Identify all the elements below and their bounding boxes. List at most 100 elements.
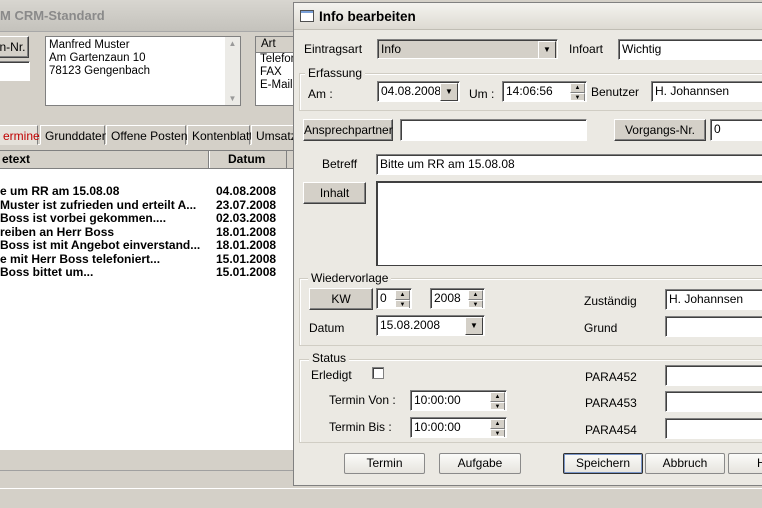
termin-von-field[interactable]: 10:00:00 ▲ ▼ — [410, 390, 507, 411]
address-line: 78123 Gengenbach — [49, 65, 151, 77]
para453-field[interactable] — [665, 391, 762, 412]
hilfe-button[interactable]: H — [728, 453, 762, 474]
spin-up-icon: ▲ — [490, 392, 505, 402]
spin-down-icon: ▼ — [468, 300, 483, 308]
list-rows: e um RR am 15.08.08 04.08.2008 Muster ist… — [0, 184, 296, 280]
kunden-nr-button[interactable]: n-Nr. — [0, 36, 29, 58]
kw-spinner[interactable]: ▲ ▼ — [395, 290, 410, 308]
ansprechpartner-field[interactable] — [400, 119, 587, 141]
list-item[interactable]: e um RR am 15.08.08 04.08.2008 — [0, 184, 296, 199]
termin-von-spinner[interactable]: ▲ ▼ — [490, 392, 505, 410]
tab-termine[interactable]: ermine — [0, 125, 40, 145]
vorgangs-nr-field[interactable]: 0 — [710, 119, 762, 141]
scroll-down-icon[interactable]: ▼ — [225, 92, 240, 105]
grund-label: Grund — [584, 321, 618, 335]
tab-offene-posten[interactable]: Offene Posten — [106, 125, 188, 145]
grund-field[interactable] — [665, 316, 762, 337]
contact-item[interactable]: FAX — [256, 66, 294, 79]
infoart-field[interactable]: Wichtig — [618, 39, 762, 60]
termin-bis-label: Termin Bis : — [329, 420, 392, 434]
infoart-label: Infoart — [569, 42, 604, 56]
aufgabe-button[interactable]: Aufgabe — [439, 453, 521, 474]
row-text: reiben an Herr Boss — [0, 224, 115, 239]
chevron-down-icon[interactable]: ▼ — [538, 41, 556, 58]
spin-down-icon: ▼ — [570, 93, 585, 101]
wiedervorlage-datum-field[interactable]: 15.08.2008 ▼ — [376, 315, 485, 336]
para452-field[interactable] — [665, 365, 762, 386]
ansprechpartner-button[interactable]: Ansprechpartner — [303, 119, 393, 141]
para454-field[interactable] — [665, 418, 762, 439]
kw-spinner-field[interactable]: 0 ▲ ▼ — [376, 288, 412, 309]
termine-list[interactable]: etext Datum e um RR am 15.08.08 04.08.200… — [0, 150, 296, 450]
chevron-down-icon[interactable]: ▼ — [465, 317, 483, 335]
am-date-field[interactable]: 04.08.2008 ▼ — [377, 81, 460, 102]
am-label: Am : — [308, 87, 333, 101]
abbruch-button[interactable]: Abbruch — [645, 453, 725, 474]
dialog-titlebar[interactable]: Info bearbeiten — [294, 3, 762, 30]
um-label: Um : — [469, 87, 495, 101]
datum-label: Datum — [309, 321, 345, 335]
termin-button[interactable]: Termin — [344, 453, 425, 474]
status-bar — [0, 488, 762, 508]
contact-item[interactable]: Telefon — [256, 53, 297, 66]
zustaendig-field[interactable]: H. Johannsen — [665, 289, 762, 310]
termin-bis-field[interactable]: 10:00:00 ▲ ▼ — [410, 417, 507, 438]
year-spinner-field[interactable]: 2008 ▲ ▼ — [430, 288, 485, 309]
vorgangs-nr-button[interactable]: Vorgangs-Nr. — [614, 119, 706, 141]
betreff-field[interactable]: Bitte um RR am 15.08.08 — [376, 154, 762, 175]
year-spinner[interactable]: ▲ ▼ — [468, 290, 483, 308]
dialog-title: Info bearbeiten — [319, 9, 416, 24]
um-time-field[interactable]: 14:06:56 ▲ ▼ — [502, 81, 587, 102]
para453-label: PARA453 — [585, 396, 637, 410]
contact-item[interactable]: E-Mail — [256, 79, 294, 92]
row-text: e um RR am 15.08.08 — [0, 184, 120, 198]
zustaendig-label: Zuständig — [584, 294, 637, 308]
row-date: 04.08.2008 — [216, 184, 277, 198]
column-header-text[interactable]: etext — [0, 151, 209, 168]
inhalt-button[interactable]: Inhalt — [303, 182, 366, 204]
wiedervorlage-group-title: Wiedervorlage — [308, 271, 392, 285]
list-item[interactable]: Boss bittet um... 15.01.2008 — [0, 265, 296, 280]
list-item[interactable]: reiben an Herr Boss 18.01.2008 — [0, 224, 296, 240]
termin-bis-spinner[interactable]: ▲ ▼ — [490, 419, 505, 437]
address-box[interactable]: Manfred Muster Am Gartenzaun 10 78123 Ge… — [45, 36, 241, 106]
eintragsart-label: Eintragsart — [304, 42, 363, 56]
row-text: Muster ist zufrieden und erteilt A... — [0, 197, 197, 212]
tab-grunddaten[interactable]: Grunddaten — [40, 125, 108, 145]
inhalt-textarea[interactable] — [376, 181, 762, 266]
tab-umsatz[interactable]: Umsatz — [251, 125, 299, 145]
contact-list[interactable]: Art Telefon FAX E-Mail — [255, 36, 297, 106]
list-item[interactable]: Boss ist vorbei gekommen.... 02.03.2008 — [0, 211, 296, 226]
spin-down-icon: ▼ — [490, 402, 505, 410]
column-header-datum[interactable]: Datum — [209, 151, 287, 168]
list-item[interactable]: Boss ist mit Angebot einverstand... 18.01… — [0, 238, 296, 253]
tab-kontenblatt[interactable]: Kontenblatt — [187, 125, 253, 145]
benutzer-field[interactable]: H. Johannsen — [651, 81, 762, 102]
list-item[interactable]: Muster ist zufrieden und erteilt A... 23.… — [0, 197, 296, 213]
benutzer-label: Benutzer — [591, 85, 640, 99]
erledigt-label: Erledigt — [311, 368, 352, 382]
list-header: etext Datum — [0, 151, 296, 169]
erfassung-group-title: Erfassung — [305, 66, 366, 80]
para452-label: PARA452 — [585, 370, 637, 384]
eintragsart-select[interactable]: Info ▼ — [377, 39, 558, 59]
spin-up-icon: ▲ — [570, 83, 585, 93]
row-text: Boss ist mit Angebot einverstand... — [0, 238, 201, 252]
address-scrollbar[interactable]: ▲ ▼ — [225, 37, 240, 105]
termin-bis-value: 10:00:00 — [414, 420, 461, 434]
kunden-nr-field[interactable] — [0, 61, 30, 81]
erledigt-checkbox[interactable] — [372, 367, 384, 379]
contact-header: Art — [256, 37, 294, 53]
termin-von-value: 10:00:00 — [414, 393, 461, 407]
scroll-up-icon[interactable]: ▲ — [225, 37, 240, 50]
list-item[interactable]: e mit Herr Boss telefoniert... 15.01.2008 — [0, 251, 296, 267]
betreff-label: Betreff — [322, 157, 358, 171]
datum-value: 15.08.2008 — [380, 318, 441, 332]
info-bearbeiten-dialog: Info bearbeiten Eintragsart Info ▼ Infoa… — [293, 2, 762, 486]
kw-button[interactable]: KW — [309, 288, 373, 310]
um-time-spinner[interactable]: ▲ ▼ — [570, 83, 585, 101]
row-date: 15.01.2008 — [216, 265, 277, 279]
chevron-down-icon[interactable]: ▼ — [440, 83, 458, 101]
speichern-button[interactable]: Speichern — [563, 453, 643, 474]
row-text: e mit Herr Boss telefoniert... — [0, 251, 161, 266]
